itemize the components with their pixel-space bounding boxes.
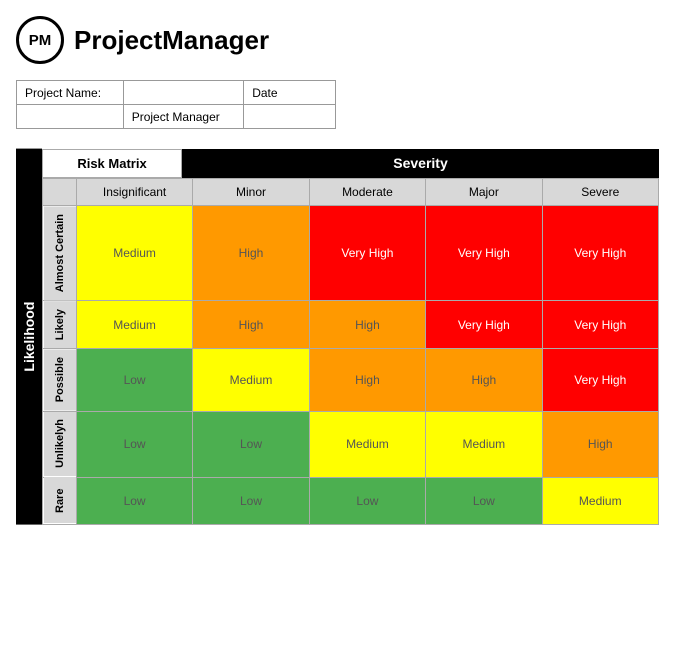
project-name-input[interactable]	[17, 105, 124, 129]
risk-cell-r3-c0: Low	[76, 411, 192, 477]
risk-matrix-container: Likelihood Risk Matrix Severity Insignif…	[16, 149, 659, 525]
risk-cell-r3-c2: Medium	[309, 411, 425, 477]
risk-cell-r0-c4: Very High	[542, 206, 658, 301]
risk-cell-r3-c3: Medium	[426, 411, 542, 477]
risk-cell-r1-c2: High	[309, 301, 425, 349]
app-logo: PM	[16, 16, 64, 64]
risk-cell-r3-c4: High	[542, 411, 658, 477]
risk-matrix-corner-label: Risk Matrix	[42, 149, 182, 178]
row-label-likely: Likely	[43, 301, 77, 349]
matrix-row: UnlikelyhLowLowMediumMediumHigh	[43, 411, 659, 477]
risk-cell-r4-c4: Medium	[542, 477, 658, 524]
risk-cell-r0-c0: Medium	[76, 206, 192, 301]
matrix-right: Risk Matrix Severity Insignificant Minor…	[42, 149, 659, 525]
date-label: Date	[244, 81, 336, 105]
column-header-row: Insignificant Minor Moderate Major Sever…	[43, 179, 659, 206]
col-header-minor: Minor	[193, 179, 309, 206]
risk-cell-r2-c1: Medium	[193, 349, 309, 411]
col-header-major: Major	[426, 179, 542, 206]
risk-cell-r0-c1: High	[193, 206, 309, 301]
app-title: ProjectManager	[74, 25, 269, 56]
risk-cell-r1-c3: Very High	[426, 301, 542, 349]
row-label-unlikelyh: Unlikelyh	[43, 411, 77, 477]
app-header: PM ProjectManager	[16, 16, 659, 64]
matrix-top-row: Risk Matrix Severity	[42, 149, 659, 178]
risk-cell-r3-c1: Low	[193, 411, 309, 477]
matrix-row: LikelyMediumHighHighVery HighVery High	[43, 301, 659, 349]
matrix-row: RareLowLowLowLowMedium	[43, 477, 659, 524]
risk-cell-r0-c2: Very High	[309, 206, 425, 301]
risk-matrix-label-text: Risk Matrix	[77, 156, 146, 171]
risk-cell-r4-c2: Low	[309, 477, 425, 524]
risk-matrix-table: Insignificant Minor Moderate Major Sever…	[42, 178, 659, 525]
project-info-table: Project Name: Date Project Manager	[16, 80, 336, 129]
risk-cell-r2-c2: High	[309, 349, 425, 411]
row-label-rare: Rare	[43, 477, 77, 524]
risk-cell-r4-c1: Low	[193, 477, 309, 524]
date-value[interactable]	[244, 105, 336, 129]
risk-cell-r2-c3: High	[426, 349, 542, 411]
project-name-label: Project Name:	[17, 81, 124, 105]
matrix-row: Almost CertainMediumHighVery HighVery Hi…	[43, 206, 659, 301]
risk-cell-r1-c0: Medium	[76, 301, 192, 349]
col-header-insignificant: Insignificant	[76, 179, 192, 206]
row-label-almost-certain: Almost Certain	[43, 206, 77, 301]
likelihood-label: Likelihood	[16, 149, 42, 525]
matrix-row: PossibleLowMediumHighHighVery High	[43, 349, 659, 411]
risk-cell-r0-c3: Very High	[426, 206, 542, 301]
risk-cell-r2-c4: Very High	[542, 349, 658, 411]
risk-cell-r4-c3: Low	[426, 477, 542, 524]
project-manager-value[interactable]: Project Manager	[123, 105, 244, 129]
col-header-moderate: Moderate	[309, 179, 425, 206]
col-header-severe: Severe	[542, 179, 658, 206]
logo-text: PM	[29, 32, 52, 49]
severity-header: Severity	[182, 149, 659, 178]
risk-cell-r4-c0: Low	[76, 477, 192, 524]
row-label-possible: Possible	[43, 349, 77, 411]
risk-cell-r1-c1: High	[193, 301, 309, 349]
risk-cell-r2-c0: Low	[76, 349, 192, 411]
risk-cell-r1-c4: Very High	[542, 301, 658, 349]
project-name-value[interactable]	[123, 81, 244, 105]
